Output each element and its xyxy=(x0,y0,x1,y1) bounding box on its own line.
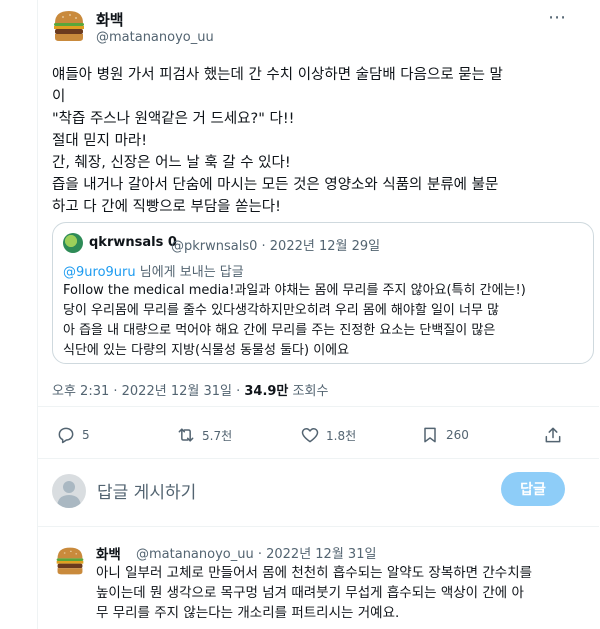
divider xyxy=(37,406,599,407)
reply-count: 5 xyxy=(82,428,90,442)
tweet-timestamp: 오후 2:31 · 2022년 12월 31일 · 34.9만 조회수 xyxy=(52,380,328,399)
quoted-reply-context: @9uro9uru 님에게 보내는 답글 xyxy=(63,261,244,280)
reply-icon xyxy=(58,427,74,444)
default-user-icon xyxy=(57,481,81,508)
quoted-line: 당이 우리몸에 무리를 줄수 있다생각하지만오히려 우리 몸에 해야할 일이 너… xyxy=(63,303,500,318)
reply-action[interactable]: 5 xyxy=(56,424,90,446)
reply-mention-link[interactable]: @9uro9uru xyxy=(63,265,136,280)
retweet-count: 5.7천 xyxy=(202,428,233,443)
views-label: 조회수 xyxy=(288,384,329,399)
tweet-line: 얘들아 병원 가서 피검사 했는데 간 수치 이상하면 술담배 다음으로 묻는 … xyxy=(52,67,503,83)
retweet-icon xyxy=(178,428,194,442)
quoted-tweet[interactable]: qkrwnsals 0 @pkrwnsals0 · 2022년 12월 29일 … xyxy=(52,222,594,364)
like-count: 1.8천 xyxy=(326,428,357,443)
tweet-line: 즙을 내거나 갈아서 단숨에 마시는 모든 것은 영양소와 식품의 분류에 불문 xyxy=(52,177,499,193)
quoted-line: Follow the medical media!과일과 야채는 몸에 무리를 … xyxy=(63,283,526,298)
quoted-author-meta: @pkrwnsals0 · 2022년 12월 29일 xyxy=(171,239,381,254)
bookmark-count: 260 xyxy=(446,428,469,442)
author-name[interactable]: 화백 xyxy=(96,9,124,30)
author-avatar[interactable] xyxy=(51,8,87,44)
quoted-tweet-text: Follow the medical media!과일과 야채는 몸에 무리를 … xyxy=(63,281,587,361)
share-action[interactable] xyxy=(543,424,563,446)
quoted-author-avatar[interactable] xyxy=(63,233,83,253)
bookmark-icon xyxy=(424,427,436,443)
quoted-line: 아 즙을 내 대량으로 먹어야 해요 간에 무리를 주는 진정한 요소는 단백질… xyxy=(63,323,496,338)
quoted-line: 식단에 있는 다량의 지방(식물성 동물성 둘다) 이에요 xyxy=(63,343,350,358)
current-user-avatar[interactable] xyxy=(52,474,86,508)
reply-text: 아니 일부러 고체로 만들어서 몸에 천천히 흡수되는 알약도 장복하면 간수치… xyxy=(96,563,586,623)
like-action[interactable]: 1.8천 xyxy=(300,424,356,446)
reply-line: 무 무리를 주지 않는다는 개소리를 퍼트리시는 거예요. xyxy=(96,605,400,621)
timestamp-text[interactable]: 오후 2:31 · 2022년 12월 31일 · xyxy=(52,384,244,399)
reply-author-name[interactable]: 화백 xyxy=(96,543,121,563)
reply-author-meta: @matananoyo_uu · 2022년 12월 31일 xyxy=(136,547,377,562)
views-count: 34.9만 xyxy=(244,384,289,399)
author-handle[interactable]: @matananoyo_uu xyxy=(96,30,214,45)
tweet-line: "착즙 주스나 원액같은 거 드세요?" 다!! xyxy=(52,111,295,127)
divider xyxy=(37,458,599,459)
tweet-line: 간, 췌장, 신장은 어느 날 훅 갈 수 있다! xyxy=(52,155,291,171)
reply-context-label: 님에게 보내는 답글 xyxy=(135,265,244,280)
retweet-action[interactable]: 5.7천 xyxy=(176,424,232,446)
reply-author-avatar[interactable] xyxy=(54,545,86,577)
reply-line: 높이는데 뭔 생각으로 목구멍 넘겨 때려붓기 무섭게 흡수되는 액상이 간에 … xyxy=(96,585,524,601)
tweet-line: 절대 믿지 마라! xyxy=(52,133,148,149)
quoted-author-name[interactable]: qkrwnsals 0 xyxy=(89,235,177,250)
more-options-icon[interactable]: ⋯ xyxy=(548,7,567,28)
heart-icon xyxy=(301,428,319,443)
tweet-body: 얘들아 병원 가서 피검사 했는데 간 수치 이상하면 술담배 다음으로 묻는 … xyxy=(52,64,588,218)
reply-submit-button[interactable]: 답글 xyxy=(501,472,565,506)
reply-input[interactable]: 답글 게시하기 xyxy=(97,478,196,503)
reply-line: 아니 일부러 고체로 만들어서 몸에 천천히 흡수되는 알약도 장복하면 간수치… xyxy=(96,565,533,581)
share-icon xyxy=(545,427,561,443)
divider xyxy=(37,526,599,527)
tweet-line: 하고 다 간에 직빵으로 부담을 쏟는다! xyxy=(52,199,281,215)
tweet-line: 이 xyxy=(52,89,66,105)
bookmark-action[interactable]: 260 xyxy=(420,424,469,446)
